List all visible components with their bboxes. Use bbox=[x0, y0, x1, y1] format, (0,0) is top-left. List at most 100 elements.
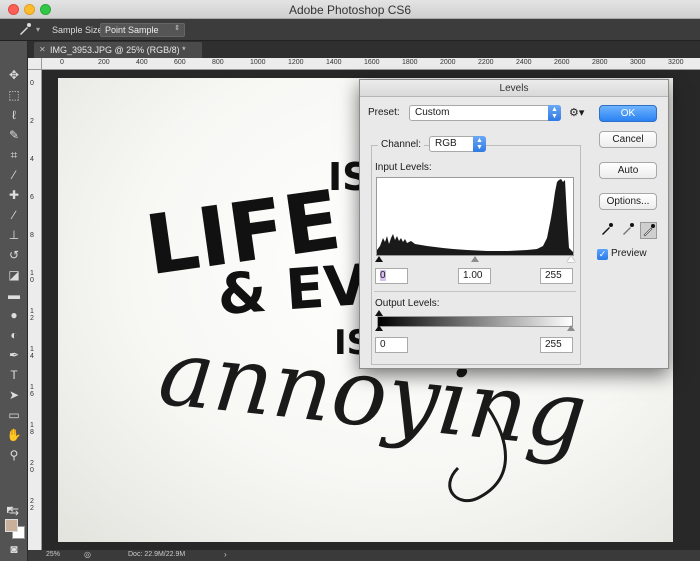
foreground-color-swatch[interactable] bbox=[5, 519, 18, 532]
dodge-tool-icon[interactable]: ◐ bbox=[6, 327, 22, 343]
lasso-tool-icon[interactable]: ℓ bbox=[6, 107, 22, 123]
zoom-tool-icon[interactable]: ⚲ bbox=[6, 447, 22, 463]
quick-selection-tool-icon[interactable]: ✎ bbox=[6, 127, 22, 143]
gradient-tool-icon[interactable]: ▬ bbox=[6, 287, 22, 303]
updown-caret-icon: ▲ ▼ bbox=[548, 105, 561, 121]
updown-caret-icon: ▲ ▼ bbox=[473, 136, 486, 152]
doc-size: Doc: 22.9M/22.9M bbox=[128, 551, 186, 558]
ruler-tick-label: 1200 bbox=[288, 59, 304, 66]
ruler-tick-label: 800 bbox=[212, 59, 224, 66]
ruler-tick-label: 600 bbox=[174, 59, 186, 66]
histogram-fill bbox=[377, 179, 573, 255]
document-tab-title: IMG_3953.JPG @ 25% (RGB/8) * bbox=[50, 45, 186, 55]
path-selection-tool-icon[interactable]: ➤ bbox=[6, 387, 22, 403]
cancel-button[interactable]: Cancel bbox=[599, 131, 657, 148]
ruler-tick-label: 200 bbox=[98, 59, 110, 66]
output-levels-label: Output Levels: bbox=[375, 298, 440, 309]
blur-tool-icon[interactable]: ● bbox=[6, 307, 22, 323]
document-tab[interactable]: ✕ IMG_3953.JPG @ 25% (RGB/8) * bbox=[34, 42, 202, 58]
white-point-eyedropper-icon[interactable] bbox=[640, 222, 657, 239]
output-white-slider[interactable] bbox=[567, 325, 575, 331]
marquee-tool-icon[interactable]: ⬚ bbox=[6, 87, 22, 103]
quick-mask-icon[interactable]: ◙ bbox=[6, 541, 22, 557]
vertical-ruler[interactable]: 0 2 4 6 8 1 0 1 2 1 4 1 6 1 8 2 0 2 2 bbox=[28, 70, 42, 550]
horizontal-ruler[interactable]: 0 200 400 600 800 1000 1200 1400 1600 1800 2000 220… bbox=[42, 58, 700, 70]
output-white-field[interactable]: 255 bbox=[540, 337, 573, 353]
output-black-slider[interactable] bbox=[375, 325, 383, 331]
healing-brush-tool-icon[interactable]: ✚ bbox=[6, 187, 22, 203]
shape-tool-icon[interactable]: ▭ bbox=[6, 407, 22, 423]
input-white-field[interactable]: 255 bbox=[540, 268, 573, 284]
levels-dialog: Levels Preset: Custom ▲ ▼ ⚙▾ Channel: RGB… bbox=[359, 79, 669, 369]
separator bbox=[374, 291, 576, 292]
eraser-tool-icon[interactable]: ◪ bbox=[6, 267, 22, 283]
channel-value: RGB bbox=[435, 138, 457, 149]
ruler-tick-label: 2000 bbox=[440, 59, 456, 66]
tool-preset-caret-icon[interactable]: ▾ bbox=[36, 25, 40, 34]
preview-label: Preview bbox=[611, 248, 647, 259]
brush-tool-icon[interactable]: ∕ bbox=[6, 207, 22, 223]
close-tab-icon[interactable]: ✕ bbox=[39, 45, 46, 54]
input-black-slider[interactable] bbox=[375, 256, 383, 262]
ruler-tick-label: 2800 bbox=[592, 59, 608, 66]
ruler-tick-label: 1 4 bbox=[30, 346, 34, 360]
input-black-value: 0 bbox=[380, 270, 386, 281]
ruler-tick-label: 6 bbox=[30, 194, 34, 201]
ruler-tick-label: 1 6 bbox=[30, 384, 34, 398]
ruler-tick-label: 1600 bbox=[364, 59, 380, 66]
ruler-tick-label: 8 bbox=[30, 232, 34, 239]
ruler-tick-label: 3000 bbox=[630, 59, 646, 66]
ruler-tick-label: 0 bbox=[30, 80, 34, 87]
app-title: Adobe Photoshop CS6 bbox=[288, 3, 412, 17]
sample-size-value: Point Sample bbox=[105, 25, 159, 35]
input-white-slider[interactable] bbox=[567, 256, 575, 262]
zoom-level[interactable]: 25% bbox=[46, 551, 60, 558]
ruler-tick-label: 4 bbox=[30, 156, 34, 163]
ruler-tick-label: 2 2 bbox=[30, 498, 34, 512]
options-button[interactable]: Options... bbox=[599, 193, 657, 210]
levels-dialog-title: Levels bbox=[360, 80, 668, 97]
black-point-eyedropper-icon[interactable] bbox=[598, 222, 615, 239]
ruler-corner[interactable] bbox=[28, 58, 42, 70]
photoshop-window: Adobe Photoshop CS6 ▾ Sample Size: Point… bbox=[0, 0, 700, 561]
type-tool-icon[interactable]: T bbox=[6, 367, 22, 383]
ruler-tick-label: 400 bbox=[136, 59, 148, 66]
preset-label: Preset: bbox=[368, 107, 400, 118]
ruler-tick-label: 2 bbox=[30, 118, 34, 125]
ruler-tick-label: 1 2 bbox=[30, 308, 34, 322]
ok-button[interactable]: OK bbox=[599, 105, 657, 122]
title-bar: Adobe Photoshop CS6 bbox=[0, 0, 700, 19]
ruler-tick-label: 1000 bbox=[250, 59, 266, 66]
ruler-tick-label: 2600 bbox=[554, 59, 570, 66]
input-black-field[interactable]: 0 bbox=[375, 268, 408, 284]
ruler-tick-label: 2400 bbox=[516, 59, 532, 66]
input-gamma-slider[interactable] bbox=[471, 256, 479, 262]
preset-options-gear-icon[interactable]: ⚙▾ bbox=[569, 106, 584, 119]
sample-size-select[interactable]: Point Sample ⇕ bbox=[100, 23, 185, 37]
output-black-field[interactable]: 0 bbox=[375, 337, 408, 353]
hand-tool-icon[interactable]: ✋ bbox=[6, 427, 22, 443]
auto-button[interactable]: Auto bbox=[599, 162, 657, 179]
move-tool-icon[interactable]: ✥ bbox=[6, 67, 22, 83]
options-bar: ▾ Sample Size: Point Sample ⇕ bbox=[0, 19, 700, 41]
pen-tool-icon[interactable]: ✒ bbox=[6, 347, 22, 363]
preview-checkbox[interactable]: ✓ bbox=[597, 249, 608, 260]
output-gradient-bar bbox=[377, 316, 573, 327]
clone-stamp-tool-icon[interactable]: ⊥ bbox=[6, 227, 22, 243]
eyedropper-tool-icon[interactable] bbox=[18, 22, 32, 36]
sample-size-label: Sample Size: bbox=[52, 25, 106, 35]
gray-point-eyedropper-icon[interactable] bbox=[619, 222, 636, 239]
channel-select[interactable]: RGB ▲ ▼ bbox=[429, 136, 486, 152]
input-gamma-field[interactable]: 1.00 bbox=[458, 268, 491, 284]
history-brush-tool-icon[interactable]: ↺ bbox=[6, 247, 22, 263]
ruler-tick-label: 1 8 bbox=[30, 422, 34, 436]
ruler-tick-label: 2 0 bbox=[30, 460, 34, 474]
crop-tool-icon[interactable]: ⌗ bbox=[6, 147, 22, 163]
histogram bbox=[376, 177, 574, 256]
status-circle-icon[interactable]: ◎ bbox=[84, 550, 91, 559]
preset-select[interactable]: Custom ▲ ▼ bbox=[409, 105, 561, 121]
eyedropper-tool-icon[interactable]: ⁄ bbox=[6, 167, 22, 183]
status-arrow-icon[interactable]: › bbox=[224, 550, 227, 559]
channel-label: Channel: bbox=[378, 139, 425, 150]
